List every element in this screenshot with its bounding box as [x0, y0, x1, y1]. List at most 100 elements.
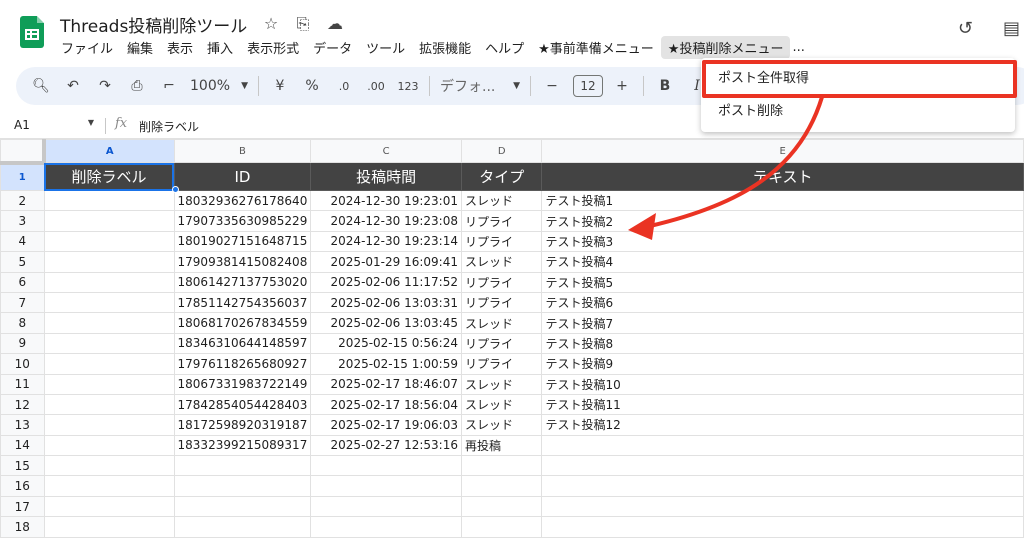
cell-text[interactable]: テスト投稿10 [541, 373, 1024, 395]
cell-id[interactable]: 18061427137753020 [173, 271, 312, 293]
cell-id[interactable]: 18068170267834559 [173, 312, 312, 334]
cell-type[interactable] [460, 516, 543, 538]
cell-text[interactable] [541, 516, 1024, 538]
column-header-a[interactable]: A [43, 139, 175, 163]
header-cell-text[interactable]: テキスト [541, 162, 1024, 191]
cell-delete-label[interactable] [43, 495, 175, 518]
bold-button[interactable]: B [654, 74, 676, 98]
document-title[interactable]: Threads投稿削除ツール [60, 12, 247, 37]
header-cell-time[interactable]: 投稿時間 [310, 162, 462, 191]
cell-delete-label[interactable] [43, 516, 175, 538]
select-all-corner[interactable] [0, 139, 47, 165]
cell-type[interactable]: スレッド [460, 373, 543, 395]
cloud-status-icon[interactable]: ☁ [326, 14, 344, 34]
row-number[interactable]: 7 [0, 291, 45, 314]
header-cell-id[interactable]: ID [173, 162, 312, 191]
cell-post-time[interactable] [310, 455, 462, 477]
redo-icon[interactable]: ↷ [94, 74, 116, 98]
row-number[interactable]: 11 [0, 373, 45, 395]
cell-id[interactable]: 17907335630985229 [173, 210, 312, 232]
cell-delete-label[interactable] [43, 373, 175, 395]
cell-type[interactable]: スレッド [460, 189, 543, 212]
cell-id[interactable] [173, 475, 312, 497]
menu-prep[interactable]: ★事前準備メニュー [531, 36, 661, 59]
cell-post-time[interactable]: 2025-02-06 13:03:45 [310, 312, 462, 334]
name-box[interactable]: A1 ▼ [14, 118, 94, 132]
row-number[interactable]: 5 [0, 251, 45, 273]
cell-id[interactable] [173, 516, 312, 538]
cell-id[interactable]: 18067331983722149 [173, 373, 312, 395]
cell-id[interactable]: 18332399215089317 [173, 434, 312, 457]
cell-delete-label[interactable] [43, 312, 175, 334]
cell-delete-label[interactable] [43, 475, 175, 497]
cell-delete-label[interactable] [43, 189, 175, 212]
menu-view[interactable]: 表示 [160, 36, 200, 59]
font-select[interactable]: デフォ... ▼ [440, 74, 520, 98]
row-number[interactable]: 6 [0, 271, 45, 293]
cell-id[interactable]: 17851142754356037 [173, 291, 312, 314]
menu-tools[interactable]: ツール [359, 36, 412, 59]
row-number[interactable]: 14 [0, 434, 45, 457]
font-size-increase-button[interactable]: + [611, 74, 633, 98]
column-header-b[interactable]: B [173, 139, 312, 163]
cell-post-time[interactable]: 2025-02-27 12:53:16 [310, 434, 462, 457]
cell-type[interactable]: スレッド [460, 414, 543, 436]
number-format-button[interactable]: 123 [397, 74, 419, 98]
currency-format-button[interactable]: ¥ [269, 74, 291, 98]
row-number[interactable]: 2 [0, 189, 45, 212]
cell-text[interactable]: テスト投稿4 [541, 251, 1024, 273]
decrease-decimal-button[interactable]: .0 [333, 74, 355, 98]
zoom-select[interactable]: 100% ▼ [190, 74, 248, 98]
undo-icon[interactable]: ↶ [62, 74, 84, 98]
cell-delete-label[interactable] [43, 230, 175, 253]
cell-type[interactable] [460, 475, 543, 497]
cell-id[interactable]: 17976118265680927 [173, 353, 312, 375]
cell-post-time[interactable]: 2024-12-30 19:23:08 [310, 210, 462, 232]
cell-delete-label[interactable] [43, 271, 175, 293]
column-header-d[interactable]: D [460, 139, 543, 163]
star-icon[interactable]: ☆ [262, 14, 280, 34]
row-number[interactable]: 18 [0, 516, 45, 538]
cell-id[interactable] [173, 495, 312, 518]
menu-insert[interactable]: 挿入 [200, 36, 240, 59]
cell-delete-label[interactable] [43, 414, 175, 436]
paint-format-icon[interactable]: ⌐ [158, 74, 180, 98]
print-icon[interactable]: ⎙ [126, 74, 148, 98]
cell-post-time[interactable] [310, 516, 462, 538]
cell-delete-label[interactable] [43, 434, 175, 457]
cell-delete-label[interactable] [43, 393, 175, 416]
cell-post-time[interactable]: 2025-02-06 13:03:31 [310, 291, 462, 314]
menu-data[interactable]: データ [306, 36, 359, 59]
cell-delete-label[interactable] [43, 210, 175, 232]
increase-decimal-button[interactable]: .00 [365, 74, 387, 98]
cell-type[interactable]: リプライ [460, 291, 543, 314]
cell-delete-label[interactable] [43, 332, 175, 355]
cell-text[interactable]: テスト投稿12 [541, 414, 1024, 436]
spreadsheet-grid[interactable]: A B C D E 1 削除ラベル ID 投稿時間 タイプ テキスト 2 1803… [0, 139, 1024, 541]
column-header-e[interactable]: E [541, 139, 1024, 163]
cell-type[interactable]: スレッド [460, 312, 543, 334]
cell-type[interactable]: リプライ [460, 353, 543, 375]
font-size-input[interactable]: 12 [573, 75, 603, 97]
cell-post-time[interactable] [310, 495, 462, 518]
row-number[interactable]: 17 [0, 495, 45, 518]
row-number[interactable]: 16 [0, 475, 45, 497]
menu-file[interactable]: ファイル [54, 36, 120, 59]
row-number[interactable]: 4 [0, 230, 45, 253]
cell-post-time[interactable]: 2024-12-30 19:23:14 [310, 230, 462, 253]
row-number[interactable]: 1 [0, 162, 45, 191]
history-icon[interactable]: ↺ [958, 18, 973, 39]
cell-text[interactable] [541, 455, 1024, 477]
cell-text[interactable]: テスト投稿1 [541, 189, 1024, 212]
cell-type[interactable]: リプライ [460, 332, 543, 355]
header-cell-type[interactable]: タイプ [460, 162, 543, 191]
cell-type[interactable] [460, 495, 543, 518]
cell-post-time[interactable]: 2025-02-17 18:56:04 [310, 393, 462, 416]
cell-type[interactable] [460, 455, 543, 477]
sheets-logo-icon[interactable] [20, 16, 44, 48]
cell-type[interactable]: スレッド [460, 251, 543, 273]
cell-delete-label[interactable] [43, 251, 175, 273]
cell-text[interactable] [541, 475, 1024, 497]
row-number[interactable]: 15 [0, 455, 45, 477]
row-number[interactable]: 12 [0, 393, 45, 416]
